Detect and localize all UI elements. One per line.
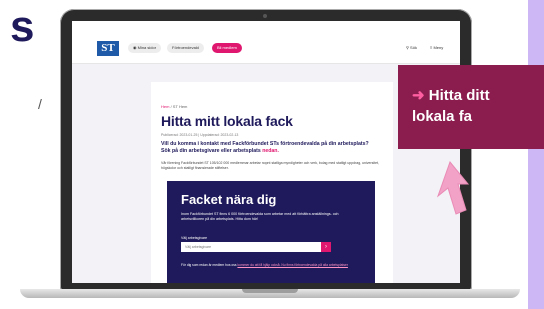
breadcrumb: Hem / ST Hem xyxy=(161,104,187,109)
finder-title: Facket nära dig xyxy=(181,192,277,207)
finder-panel: Facket nära dig Inom Fackförbundet ST fi… xyxy=(167,181,375,283)
arrow-right-icon: ➜ xyxy=(412,87,425,104)
laptop-base xyxy=(20,289,520,298)
search-button[interactable]: ⚲ Sök xyxy=(406,44,417,52)
side-slash-fragment: / xyxy=(38,96,42,112)
site-header: ST ◉ Mina sidor Förtroendevald Bli medle… xyxy=(72,21,460,64)
callout-banner: ➜ Hitta ditt lokala fa xyxy=(398,65,544,149)
laptop-frame: ST ◉ Mina sidor Förtroendevald Bli medle… xyxy=(60,9,472,291)
body-paragraph: Vår förening Fackförbundet ST 105/102 00… xyxy=(161,161,380,170)
st-logo[interactable]: ST xyxy=(97,41,119,56)
nav-fortroendevald[interactable]: Förtroendevald xyxy=(167,43,204,53)
nav-mina-sidor[interactable]: ◉ Mina sidor xyxy=(128,43,162,53)
nav-label: Bli medlem xyxy=(217,45,237,50)
chevron-right-icon[interactable]: › xyxy=(321,242,331,252)
nav-bli-medlem[interactable]: Bli medlem xyxy=(212,43,242,53)
menu-label: Meny xyxy=(433,45,444,50)
employer-select[interactable]: Välj arbetsgivare › xyxy=(181,242,331,252)
publish-date: Publicerad: 2023-01-25 | Uppdaterad: 202… xyxy=(161,133,239,137)
finder-footer-text: För dig som redan är medlem hos oss xyxy=(181,263,238,267)
finder-footer-link[interactable]: kommer du att få hjälp också. Nu finns f… xyxy=(237,263,348,267)
menu-button[interactable]: ≡ Meny xyxy=(430,44,443,52)
camera-icon xyxy=(263,14,267,18)
laptop-notch xyxy=(242,289,298,293)
employer-select-placeholder: Välj arbetsgivare xyxy=(185,245,212,249)
laptop-screen: ST ◉ Mina sidor Förtroendevald Bli medle… xyxy=(72,21,460,283)
search-label: Sök xyxy=(410,45,417,50)
finder-footer: För dig som redan är medlem hos oss komm… xyxy=(181,263,357,268)
breadcrumb-current: ST Hem xyxy=(172,104,188,109)
finder-description: Inom Fackförbundet ST finns 6 000 förtro… xyxy=(181,212,339,221)
article-card: Hem / ST Hem Hitta mitt lokala fack Publ… xyxy=(151,82,393,283)
mouse-pointer-icon xyxy=(436,160,470,215)
employer-field-label: Välj arbetsgivare xyxy=(181,236,208,240)
intro-link[interactable]: nedan. xyxy=(262,148,279,154)
callout-text: ➜ Hitta ditt lokala fa xyxy=(412,85,490,127)
nav-label: Förtroendevald xyxy=(172,45,199,50)
nav-label: Mina sidor xyxy=(137,45,157,50)
intro-paragraph: Vill du komma i kontakt med Fackförbunde… xyxy=(161,141,376,155)
purple-side-strip xyxy=(528,0,544,309)
side-heading-fragment: s xyxy=(10,2,35,51)
page-title: Hitta mitt lokala fack xyxy=(161,113,293,129)
